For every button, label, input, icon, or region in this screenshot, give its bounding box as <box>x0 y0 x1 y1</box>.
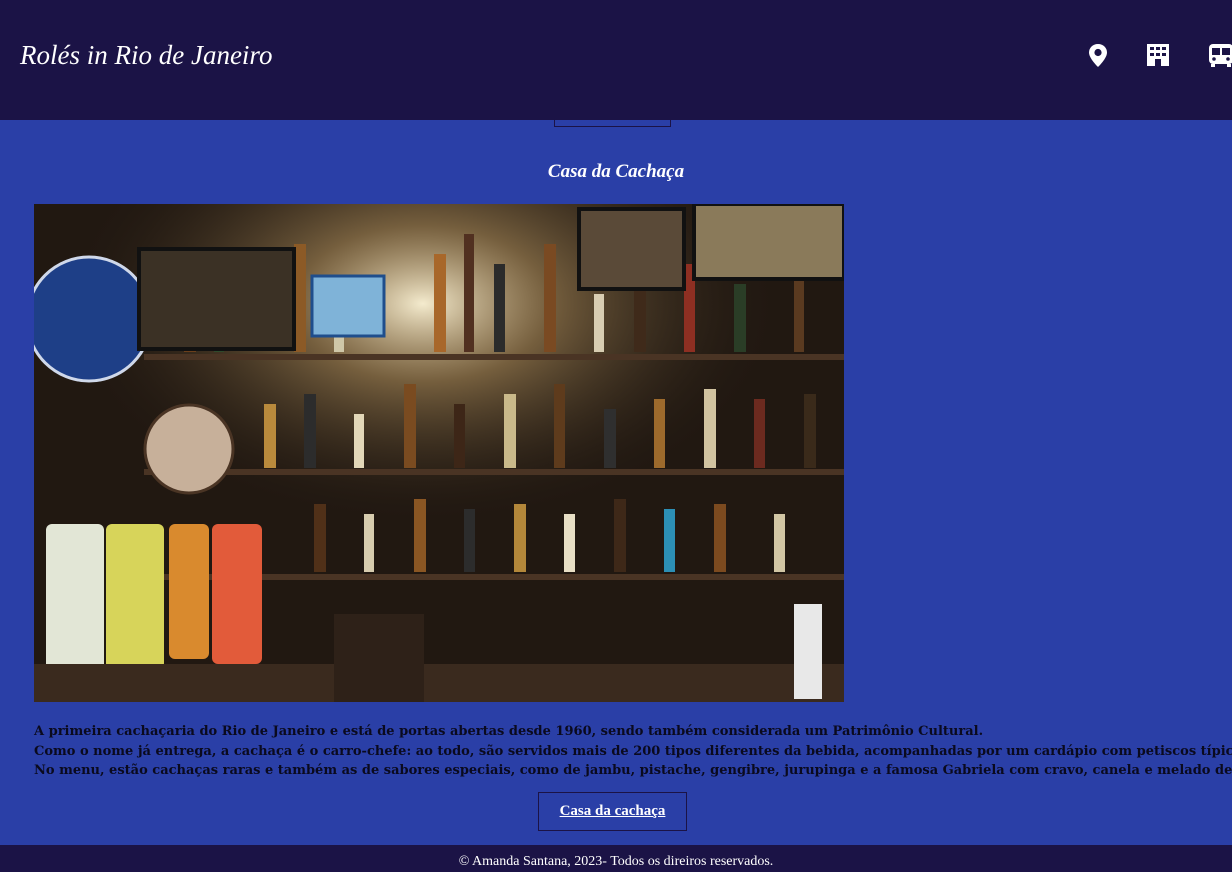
site-footer: © Amanda Santana, 2023- Todos os direiro… <box>0 845 1232 872</box>
venue-photo <box>34 204 844 702</box>
counter-bottle <box>212 524 262 664</box>
small-sign <box>310 274 386 338</box>
site-title: Rolés in Rio de Janeiro <box>20 40 273 70</box>
footer-copyright: © Amanda Santana, 2023- Todos os direiro… <box>458 854 774 869</box>
counter-bottle <box>169 524 209 659</box>
framed-picture <box>577 207 686 291</box>
round-plaque <box>143 403 235 495</box>
framed-picture <box>692 204 844 281</box>
casa-da-cachaca-link-button[interactable]: Casa da cachaça <box>538 792 687 831</box>
counter-bottle <box>46 524 104 674</box>
description-line: Como o nome já entrega, a cachaça é o ca… <box>34 743 1232 759</box>
description-line: A primeira cachaçaria do Rio de Janeiro … <box>34 724 984 739</box>
counter-bottle <box>106 524 164 669</box>
section-heading: Casa da Cachaça <box>547 161 685 182</box>
site-header: Rolés in Rio de Janeiro <box>0 0 1232 120</box>
framed-picture <box>137 247 296 351</box>
round-sign <box>34 255 153 383</box>
bar-shelves-illustration <box>34 204 844 702</box>
plastic-cups <box>794 604 822 699</box>
section-description: A primeira cachaçaria do Rio de Janeiro … <box>34 722 1232 781</box>
bus-icon[interactable] <box>1204 40 1232 70</box>
map-pin-icon[interactable] <box>1084 40 1114 70</box>
building-icon[interactable] <box>1144 40 1174 70</box>
description-line: No menu, estão cachaças raras e também a… <box>34 763 1232 778</box>
